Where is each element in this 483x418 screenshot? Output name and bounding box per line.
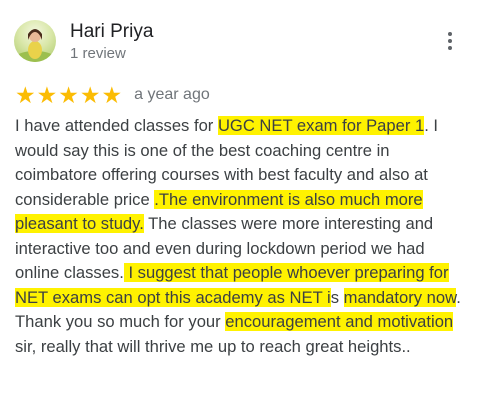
highlighted-text: mandatory now	[343, 287, 457, 307]
star-icon: ★	[79, 82, 101, 108]
review-text-segment: sir, really that will thrive me up to re…	[15, 336, 411, 356]
star-icon: ★	[58, 82, 79, 108]
highlighted-text: UGC NET exam for Paper 1	[217, 116, 425, 135]
highlighted-text: encouragement and motivation	[225, 312, 454, 331]
review-text: I have attended classes for UGC NET exam…	[15, 114, 470, 359]
review-date: a year ago	[134, 86, 210, 103]
star-icon: ★	[101, 82, 123, 108]
star-rating: ★ ★ ★ ★ ★	[15, 83, 122, 107]
reviewer-review-count[interactable]: 1 review	[70, 44, 126, 64]
profile-photo-icon[interactable]	[14, 20, 56, 62]
rating-row: ★ ★ ★ ★ ★ a year ago	[15, 82, 210, 108]
review-text-segment: s	[330, 287, 344, 307]
reviewer-name[interactable]: Hari Priya	[70, 20, 153, 44]
review-card: Hari Priya 1 review ★ ★ ★ ★ ★ a year ago I h…	[0, 0, 483, 418]
more-vert-icon[interactable]	[438, 30, 462, 56]
review-text-segment: I have attended classes for	[15, 116, 218, 135]
star-icon: ★	[36, 82, 58, 108]
star-icon: ★	[15, 82, 36, 108]
